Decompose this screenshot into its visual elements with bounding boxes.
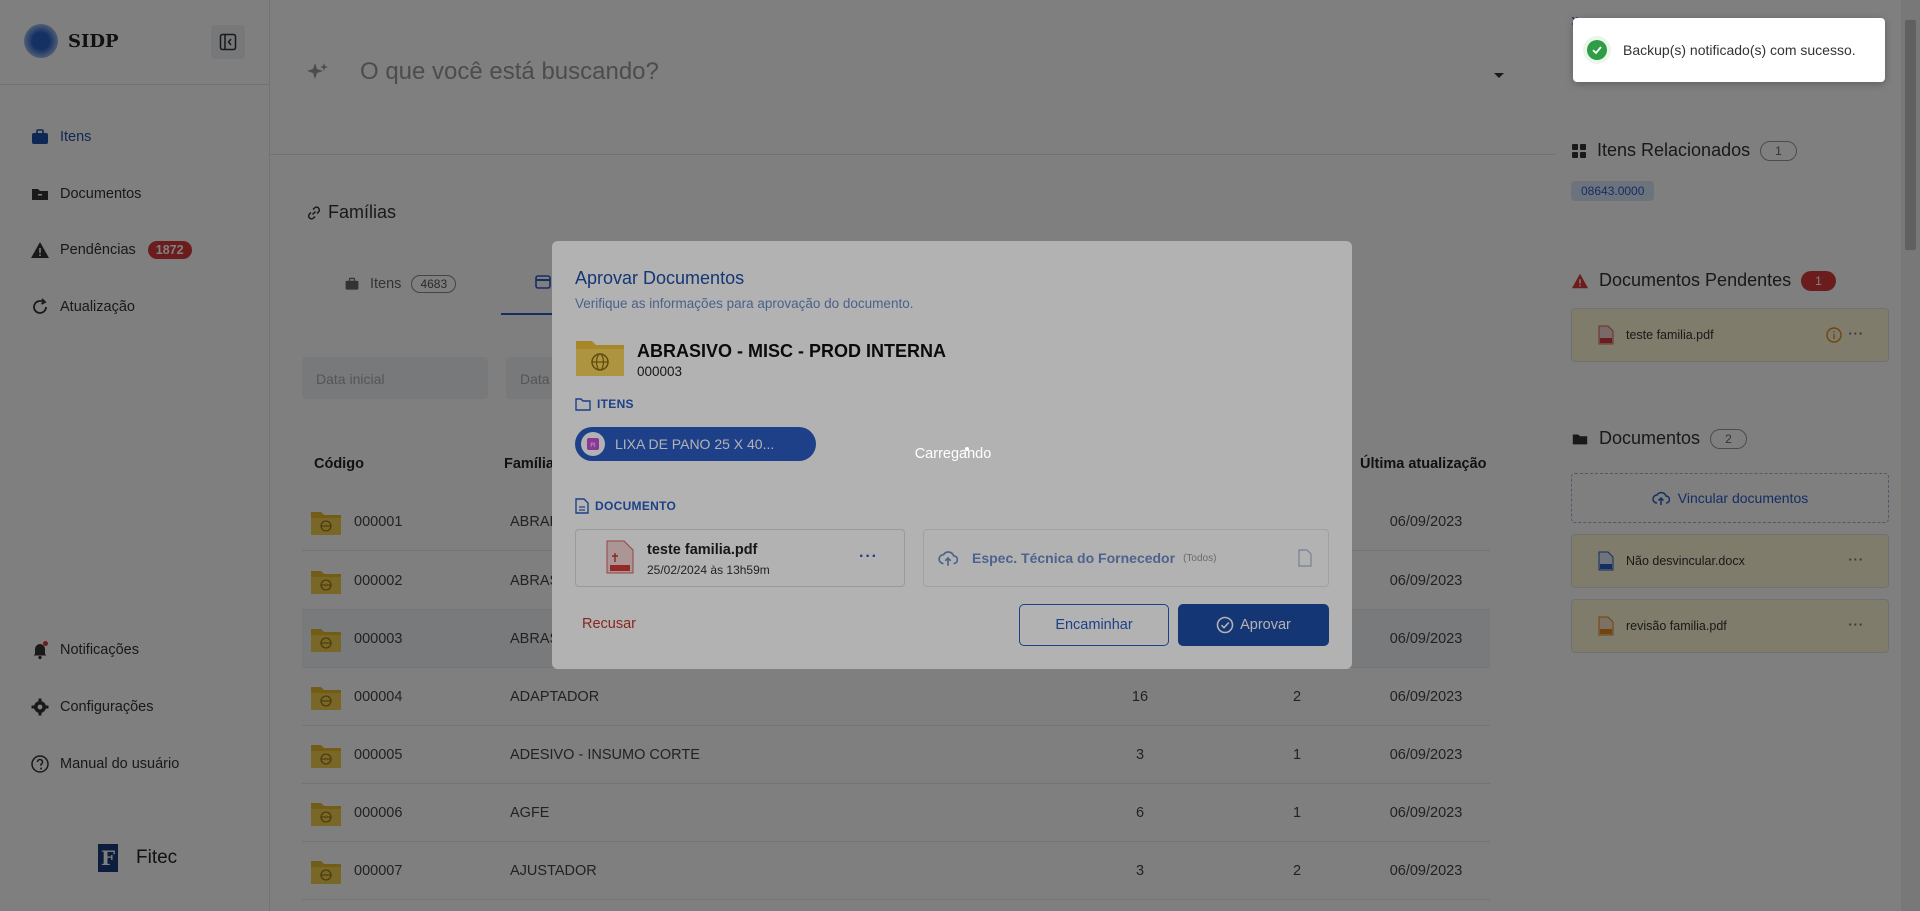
toast-message: Backup(s) notificado(s) com sucesso.: [1623, 42, 1856, 58]
loading-text: Carregando: [914, 446, 992, 462]
success-toast[interactable]: Backup(s) notificado(s) com sucesso.: [1573, 18, 1885, 82]
success-check-icon: [1583, 36, 1611, 64]
